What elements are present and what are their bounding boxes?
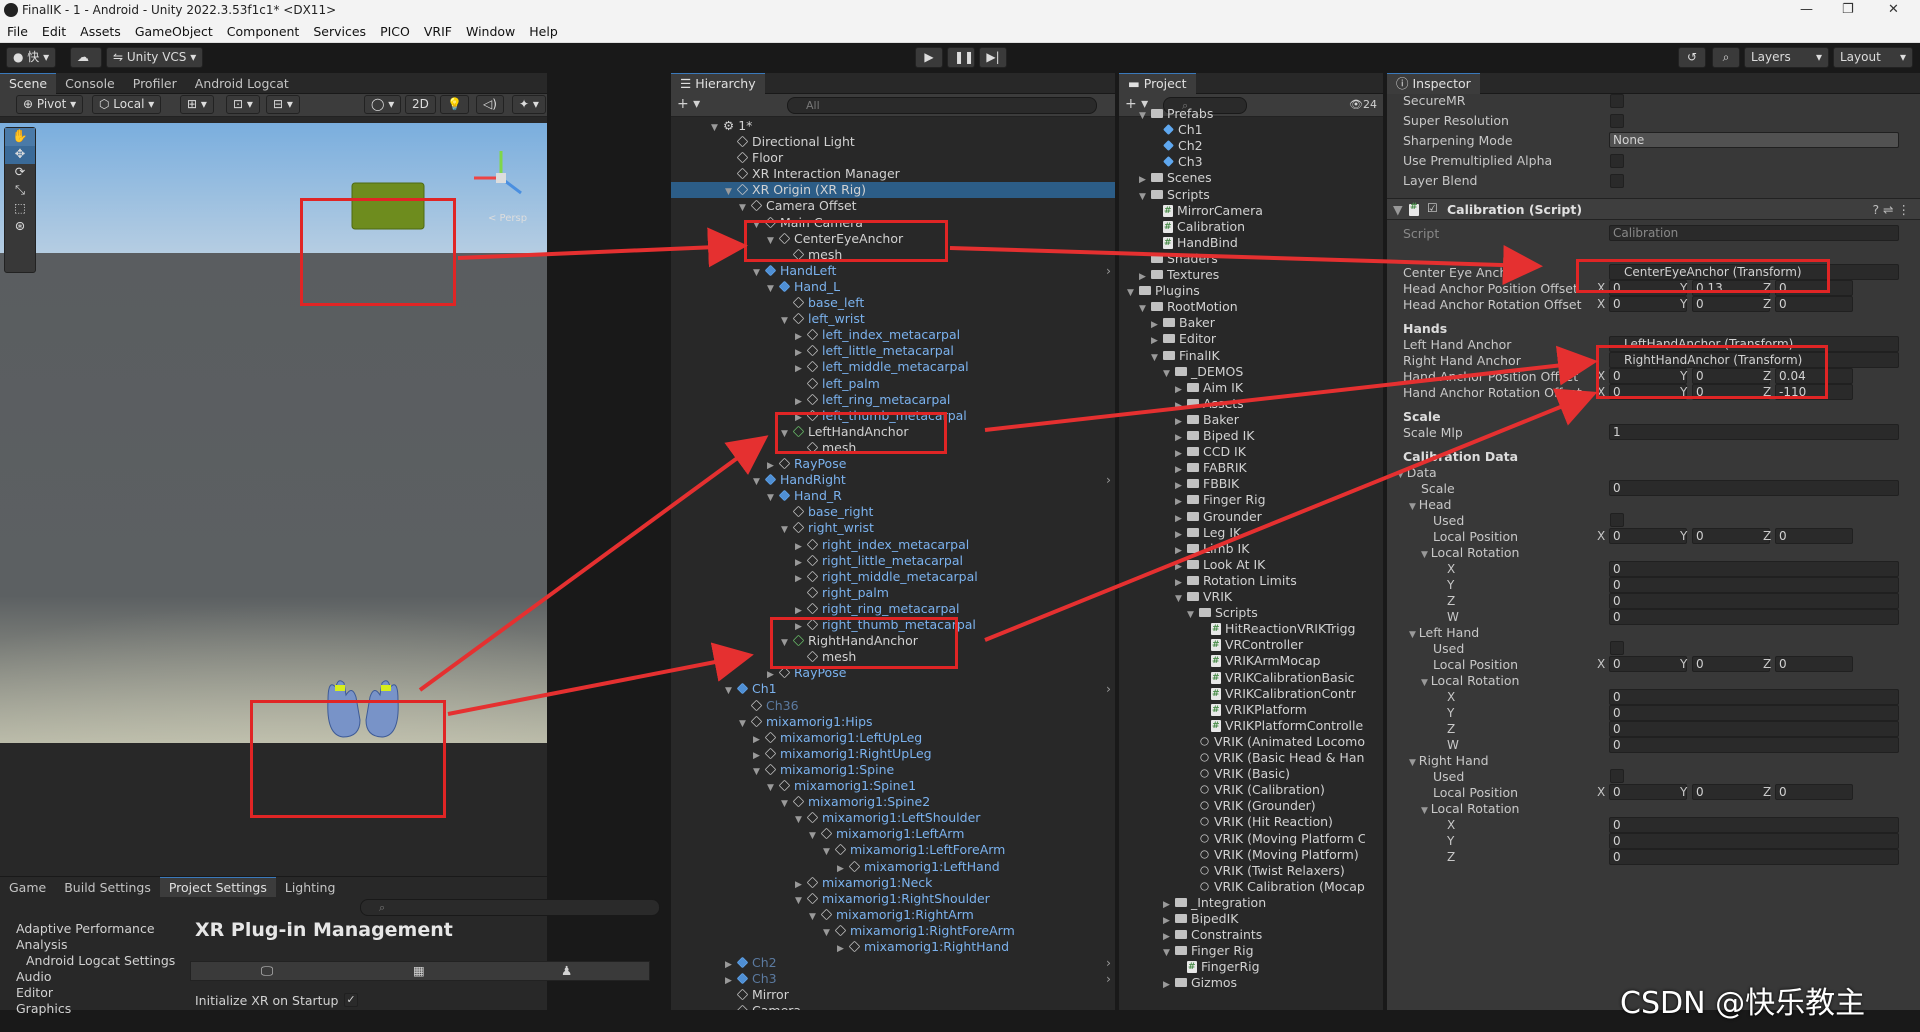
annotation-arrows — [418, 227, 1598, 716]
watermark: CSDN @快乐教主 — [1620, 986, 1866, 1021]
